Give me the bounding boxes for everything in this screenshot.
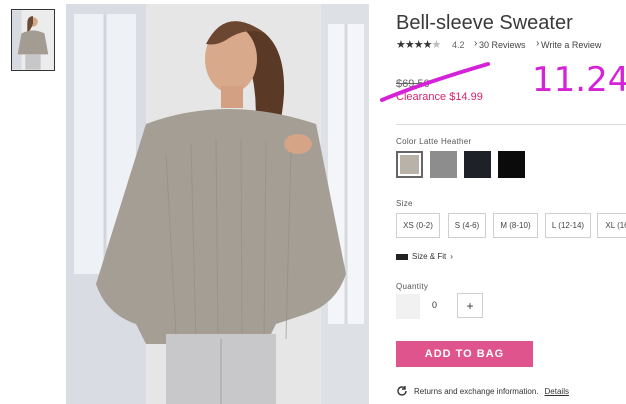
original-price: $69.50	[396, 78, 430, 90]
product-thumbnail[interactable]	[11, 9, 55, 71]
quantity-value[interactable]: 0	[432, 300, 437, 310]
size-fit-label: Size & Fit	[412, 252, 447, 261]
ruler-icon	[396, 253, 408, 260]
rating-value: 4.2	[452, 40, 465, 50]
product-thumbnail-image	[12, 10, 54, 70]
write-review-link[interactable]: Write a Review	[541, 40, 601, 50]
chevron-right-icon: ›	[536, 38, 540, 49]
divider	[396, 124, 626, 125]
size-option-l[interactable]: L (12-14)	[545, 213, 591, 238]
handwritten-price-annotation: 11.24	[532, 60, 626, 100]
rating-stars-icon: ★★★★★	[396, 39, 441, 51]
size-fit-link[interactable]: Size & Fit ›	[396, 252, 453, 261]
size-option-xl[interactable]: XL (16	[597, 213, 626, 238]
returns-text: Returns and exchange information.	[414, 386, 539, 396]
size-label: Size	[396, 199, 413, 208]
add-to-bag-button[interactable]: ADD TO BAG	[396, 341, 533, 367]
clearance-price: Clearance $14.99	[396, 91, 483, 103]
product-title: Bell-sleeve Sweater	[396, 12, 573, 34]
product-main-image	[66, 4, 369, 404]
size-option-s[interactable]: S (4-6)	[448, 213, 486, 238]
size-option-xs[interactable]: XS (0-2)	[396, 213, 440, 238]
reviews-link[interactable]: 30 Reviews	[479, 40, 526, 50]
color-label: Color Latte Heather	[396, 137, 472, 146]
quantity-minus-area[interactable]	[396, 294, 420, 319]
chevron-right-icon: ›	[474, 38, 478, 49]
color-swatch-navy[interactable]	[464, 151, 491, 178]
quantity-label: Quantity	[396, 282, 429, 291]
chevron-right-icon: ›	[450, 252, 453, 261]
refresh-icon	[397, 386, 407, 396]
color-swatch-latte-heather[interactable]	[396, 151, 423, 178]
color-swatch-black[interactable]	[498, 151, 525, 178]
returns-info: Returns and exchange information. Detail…	[396, 385, 569, 397]
size-option-m[interactable]: M (8-10)	[493, 213, 538, 238]
quantity-plus-button[interactable]: +	[457, 293, 483, 318]
returns-details-link[interactable]: Details	[545, 387, 569, 396]
color-swatch-heather-gray[interactable]	[430, 151, 457, 178]
